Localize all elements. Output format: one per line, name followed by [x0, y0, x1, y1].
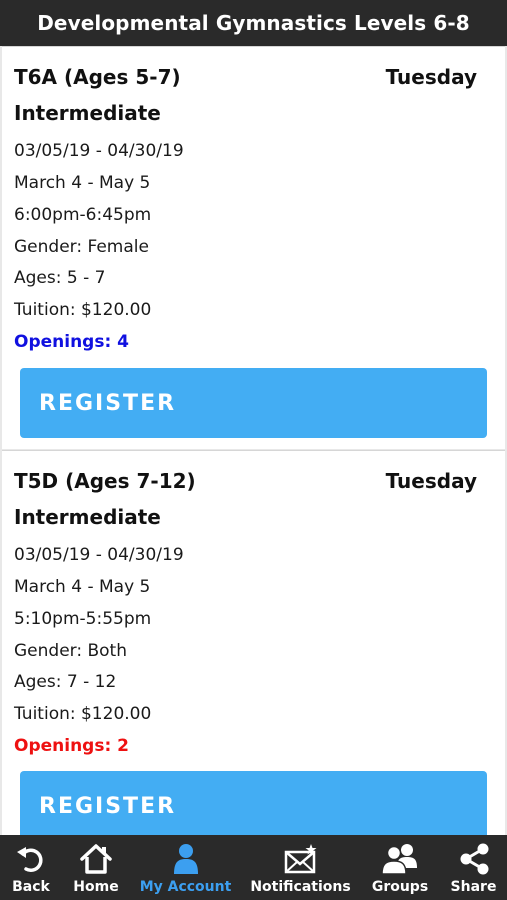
class-ages: Ages: 7 - 12: [14, 672, 117, 692]
page-header: Developmental Gymnastics Levels 6-8: [0, 0, 507, 46]
class-tuition: Tuition: $120.00: [14, 704, 152, 724]
share-icon: [457, 841, 491, 877]
class-time: 5:10pm-5:55pm: [14, 609, 152, 629]
back-icon: [14, 841, 48, 877]
tab-my-account[interactable]: My Account: [130, 835, 241, 900]
class-tuition: Tuition: $120.00: [14, 300, 152, 320]
class-month-range: March 4 - May 5: [14, 173, 151, 193]
register-button[interactable]: REGISTER: [20, 368, 487, 438]
register-button-label: REGISTER: [39, 390, 177, 416]
class-name: T6A (Ages 5-7): [14, 65, 181, 89]
class-date-range: 03/05/19 - 04/30/19: [14, 141, 184, 161]
class-level: Intermediate: [14, 505, 161, 529]
class-day: Tuesday: [385, 65, 477, 89]
notifications-icon: [283, 841, 319, 877]
tab-back-label: Back: [12, 879, 50, 895]
tab-home[interactable]: Home: [62, 835, 130, 900]
tab-notifications[interactable]: Notifications: [241, 835, 360, 900]
class-name: T5D (Ages 7-12): [14, 469, 196, 493]
groups-icon: [381, 841, 419, 877]
tab-share[interactable]: Share: [440, 835, 507, 900]
tab-my-account-label: My Account: [139, 879, 232, 895]
class-month-range: March 4 - May 5: [14, 577, 151, 597]
page-title: Developmental Gymnastics Levels 6-8: [37, 11, 470, 35]
tab-notifications-label: Notifications: [250, 879, 351, 895]
class-openings: Openings: 2: [14, 736, 130, 756]
tab-groups[interactable]: Groups: [360, 835, 440, 900]
tab-home-label: Home: [73, 879, 119, 895]
class-card: T5D (Ages 7-12) Tuesday Intermediate 03/…: [2, 450, 505, 835]
register-button-label: REGISTER: [39, 793, 177, 819]
class-gender: Gender: Both: [14, 641, 127, 661]
class-openings: Openings: 4: [14, 332, 130, 352]
class-level: Intermediate: [14, 101, 161, 125]
bottom-tab-bar: Back Home My Account Notifications Group…: [0, 835, 507, 900]
class-day: Tuesday: [385, 469, 477, 493]
user-icon: [171, 841, 201, 877]
class-date-range: 03/05/19 - 04/30/19: [14, 545, 184, 565]
tab-back[interactable]: Back: [0, 835, 62, 900]
class-gender: Gender: Female: [14, 237, 149, 257]
home-icon: [78, 841, 114, 877]
class-ages: Ages: 5 - 7: [14, 268, 106, 288]
class-card: T6A (Ages 5-7) Tuesday Intermediate 03/0…: [2, 46, 505, 449]
class-list: T6A (Ages 5-7) Tuesday Intermediate 03/0…: [0, 46, 507, 835]
tab-share-label: Share: [450, 879, 497, 895]
class-time: 6:00pm-6:45pm: [14, 205, 152, 225]
tab-groups-label: Groups: [371, 879, 429, 895]
register-button[interactable]: REGISTER: [20, 771, 487, 835]
